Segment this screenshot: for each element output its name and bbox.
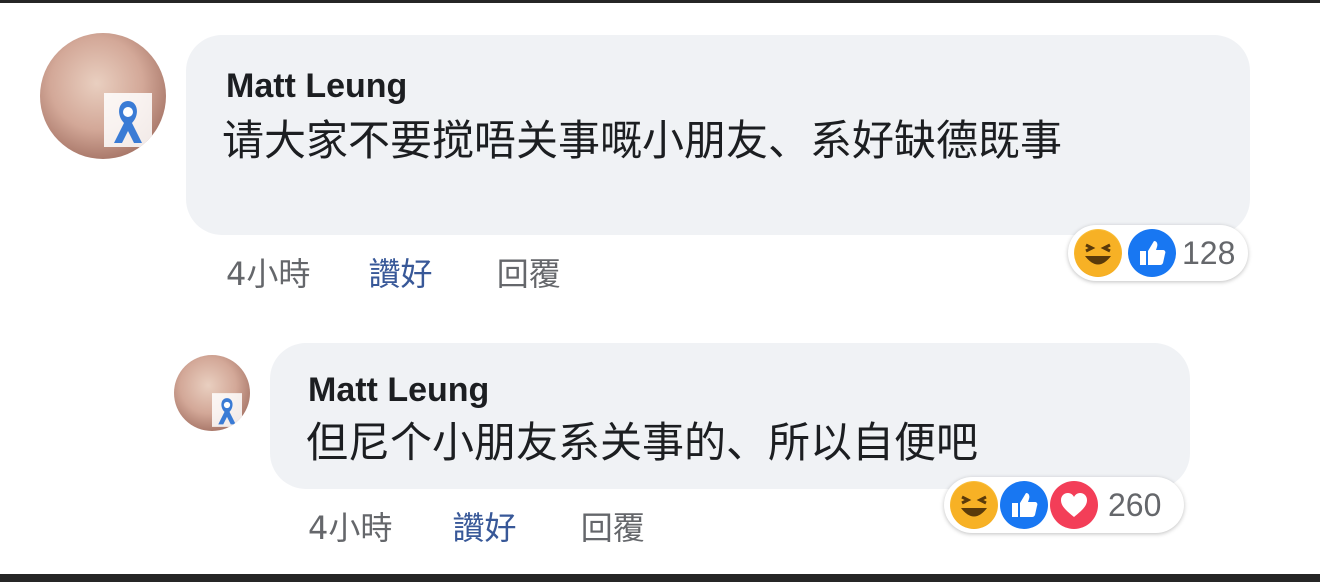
- comment-text: 请大家不要搅唔关事嘅小朋友、系好缺德既事: [222, 116, 1063, 165]
- avatar[interactable]: [40, 33, 166, 159]
- like-icon: [1128, 229, 1176, 277]
- reaction-summary[interactable]: 128: [1068, 225, 1248, 281]
- like-button[interactable]: 讚好: [369, 255, 433, 293]
- reply-button[interactable]: 回覆: [497, 255, 561, 293]
- reaction-count: 128: [1182, 235, 1236, 271]
- comment-meta: 4小時 讚好 回覆: [226, 249, 561, 295]
- reply-button[interactable]: 回覆: [581, 509, 645, 547]
- reaction-count: 260: [1108, 487, 1162, 523]
- ribbon-icon: [212, 393, 242, 427]
- comment-meta: 4小時 讚好 回覆: [308, 503, 645, 549]
- reply-comment: Matt Leung 但尼个小朋友系关事的、所以自便吧 4小時 讚好 回覆 26…: [0, 303, 1320, 574]
- comment-time[interactable]: 4小時: [308, 509, 392, 547]
- avatar[interactable]: [174, 355, 250, 431]
- comment-author[interactable]: Matt Leung: [308, 371, 489, 410]
- comment-author[interactable]: Matt Leung: [226, 67, 407, 106]
- comment-bubble: Matt Leung 但尼个小朋友系关事的、所以自便吧: [270, 343, 1190, 489]
- ribbon-icon: [104, 93, 152, 147]
- like-icon: [1000, 481, 1048, 529]
- comment-bubble: Matt Leung 请大家不要搅唔关事嘅小朋友、系好缺德既事: [186, 35, 1250, 235]
- haha-icon: [950, 481, 998, 529]
- comment: Matt Leung 请大家不要搅唔关事嘅小朋友、系好缺德既事 4小時 讚好 回…: [0, 3, 1320, 303]
- comment-time[interactable]: 4小時: [226, 255, 310, 293]
- comment-text: 但尼个小朋友系关事的、所以自便吧: [306, 418, 979, 467]
- like-button[interactable]: 讚好: [453, 509, 517, 547]
- love-icon: [1050, 481, 1098, 529]
- reaction-summary[interactable]: 260: [944, 477, 1184, 533]
- haha-icon: [1074, 229, 1122, 277]
- comment-thread: Matt Leung 请大家不要搅唔关事嘅小朋友、系好缺德既事 4小時 讚好 回…: [0, 3, 1320, 574]
